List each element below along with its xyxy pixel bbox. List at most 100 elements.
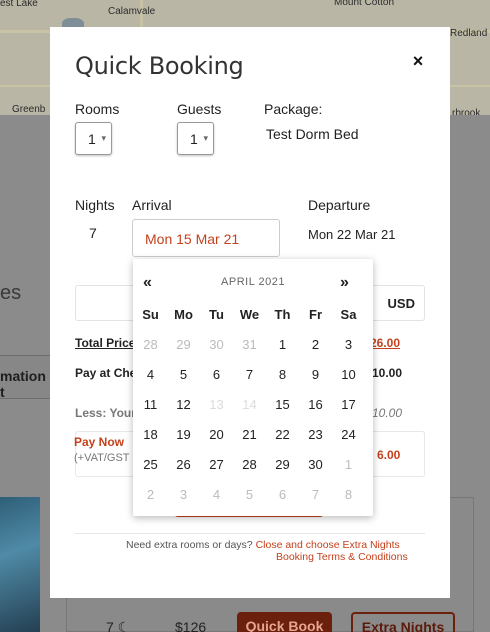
calendar-day[interactable]: 3 [332, 335, 365, 365]
pay-now-label: Pay Now [74, 435, 125, 449]
calendar-day[interactable]: 21 [233, 425, 266, 455]
modal-title: Quick Booking [75, 52, 244, 80]
map-label: Mount Cotton [334, 0, 395, 8]
calendar-day: 14 [242, 397, 257, 412]
rooms-select[interactable]: 1 ▾ [75, 122, 112, 155]
calendar-day: 13 [209, 397, 224, 412]
calendar-day[interactable]: 23 [299, 425, 332, 455]
currency-value: USD [387, 296, 415, 311]
calendar-day[interactable]: 27 [200, 455, 233, 485]
room-nights: 7 ☾ [106, 619, 131, 632]
calendar-day[interactable]: 17 [332, 395, 365, 425]
terms-link[interactable]: Booking Terms & Conditions [276, 551, 408, 563]
calendar-day[interactable]: 29 [167, 335, 200, 365]
footer-text: Need extra rooms or days? [126, 539, 253, 551]
calendar-day[interactable]: 6 [266, 485, 299, 515]
calendar-day[interactable]: 2 [134, 485, 167, 515]
calendar-day[interactable]: 26 [167, 455, 200, 485]
calendar-day[interactable]: 10 [332, 365, 365, 395]
calendar-day[interactable]: 3 [167, 485, 200, 515]
guests-select[interactable]: 1 ▾ [177, 122, 214, 155]
footer-note: Need extra rooms or days? Close and choo… [126, 539, 400, 551]
less-value: 10.00 [372, 406, 403, 420]
guests-value: 1 [190, 131, 198, 147]
info-tab[interactable]: mation t [0, 355, 55, 400]
calendar-day[interactable]: 30 [299, 455, 332, 485]
footer-divider [75, 533, 425, 534]
calendar-day[interactable]: 9 [299, 365, 332, 395]
map-label: Calamvale [108, 6, 156, 17]
nights-label: Nights [75, 197, 115, 213]
calendar-day[interactable]: 28 [233, 455, 266, 485]
departure-value: Mon 22 Mar 21 [308, 227, 396, 242]
calendar-week: 25 26 27 28 29 30 1 [134, 455, 365, 485]
calendar-day[interactable]: 8 [332, 485, 365, 515]
map-label: Redland [450, 28, 488, 39]
calendar-day[interactable]: 25 [134, 455, 167, 485]
quick-book-button[interactable]: Quick Book [237, 612, 332, 632]
weekday-label: Th [274, 307, 291, 322]
pay-at-checkin-value: 10.00 [372, 366, 403, 380]
calendar-day[interactable]: 20 [200, 425, 233, 455]
calendar-day[interactable]: 1 [332, 455, 365, 485]
arrival-label: Arrival [132, 197, 172, 213]
package-value: Test Dorm Bed [266, 126, 359, 142]
pay-now-value: 6.00 [377, 448, 401, 462]
weekday-label: Fr [309, 307, 322, 322]
calendar-day[interactable]: 11 [134, 395, 167, 425]
calendar-day[interactable]: 18 [134, 425, 167, 455]
calendar-day[interactable]: 28 [134, 335, 167, 365]
calendar-day[interactable]: 7 [299, 485, 332, 515]
calendar-week: 18 19 20 21 22 23 24 [134, 425, 365, 455]
calendar-day[interactable]: 16 [299, 395, 332, 425]
calendar-day[interactable]: 2 [299, 335, 332, 365]
less-label: Less: Your [75, 406, 136, 420]
calendar-day[interactable]: 4 [134, 365, 167, 395]
weekday-label: Su [142, 307, 159, 322]
room-price: $126 [175, 619, 207, 632]
rooms-value: 1 [88, 131, 96, 147]
weekday-header: Su Mo Tu We Th Fr Sa [134, 305, 365, 335]
weekday-label: Tu [209, 307, 224, 322]
calendar-day[interactable]: 5 [167, 365, 200, 395]
map-label: est Lake [0, 0, 38, 9]
calendar-day[interactable]: 19 [167, 425, 200, 455]
chevron-down-icon: ▾ [203, 133, 208, 143]
package-label: Package: [264, 101, 323, 117]
calendar-day[interactable]: 6 [200, 365, 233, 395]
next-month-button[interactable]: » [340, 274, 349, 292]
calendar-day[interactable]: 4 [200, 485, 233, 515]
arrival-date-input[interactable]: Mon 15 Mar 21 [132, 219, 280, 257]
calendar-day[interactable]: 5 [233, 485, 266, 515]
calendar-day[interactable]: 1 [266, 335, 299, 365]
calendar-day[interactable]: 15 [266, 395, 299, 425]
calendar-day[interactable]: 29 [266, 455, 299, 485]
total-price-value: 26.00 [370, 336, 401, 350]
room-photo [0, 497, 40, 632]
extra-nights-button[interactable]: Extra Nights [351, 612, 455, 632]
weekday-label: Mo [174, 307, 193, 322]
extra-nights-link[interactable]: Close and choose Extra Nights [256, 539, 400, 551]
calendar-week: 4 5 6 7 8 9 10 [134, 365, 365, 395]
map-label: rbrook [452, 108, 481, 115]
pay-at-checkin-label: Pay at Che [75, 366, 137, 380]
calendar-day[interactable]: 31 [233, 335, 266, 365]
calendar-day[interactable]: 12 [167, 395, 200, 425]
calendar-day[interactable]: 7 [233, 365, 266, 395]
weekday-label: Sa [340, 307, 357, 322]
pay-now-vat-note: (+VAT/GST [74, 452, 130, 464]
calendar-day[interactable]: 22 [266, 425, 299, 455]
rooms-label: Rooms [75, 101, 120, 117]
calendar-day[interactable]: 30 [200, 335, 233, 365]
map-label: Greenb [12, 104, 46, 115]
total-price-label: Total Price [75, 336, 136, 350]
datepicker-popup: « APRIL 2021 » Su Mo Tu We Th Fr Sa 28 29 30 31 1 2… [133, 259, 373, 516]
weekday-label: We [239, 307, 260, 322]
close-icon[interactable]: × [408, 51, 428, 71]
calendar-day[interactable]: 24 [332, 425, 365, 455]
calendar-week: 28 29 30 31 1 2 3 [134, 335, 365, 365]
calendar-day[interactable]: 8 [266, 365, 299, 395]
calendar-grid: Su Mo Tu We Th Fr Sa 28 29 30 31 1 2 3 4 5 6 7 8 9 10 11 12 13… [134, 305, 365, 515]
calendar-week: 11 12 13 14 15 16 17 [134, 395, 365, 425]
guests-label: Guests [177, 101, 222, 117]
